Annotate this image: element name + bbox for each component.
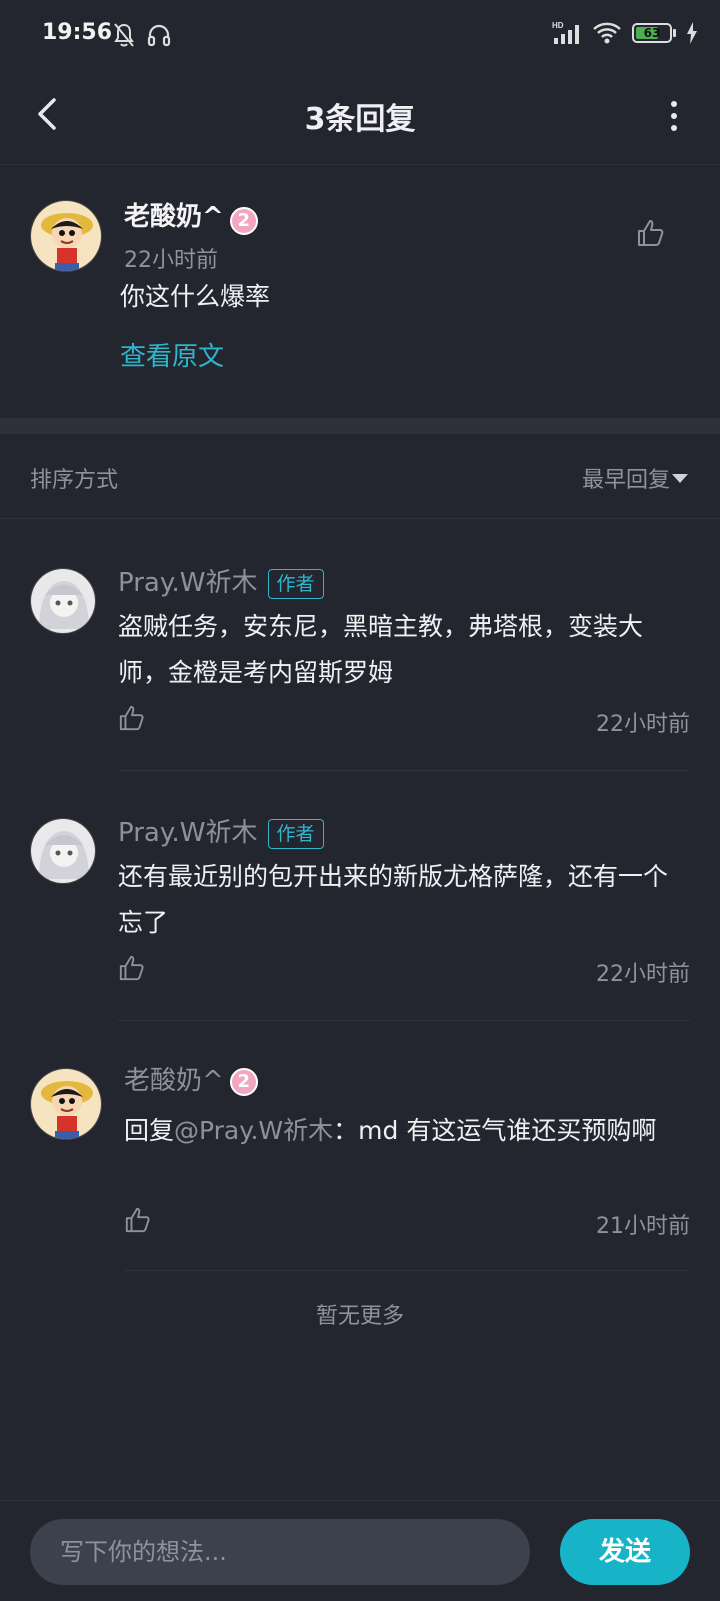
reply-username[interactable]: Pray.W祈木: [118, 568, 258, 598]
page-title: 3条回复: [304, 102, 416, 137]
thumbs-up-icon: [119, 705, 144, 731]
section-divider: [0, 418, 720, 434]
main-comment-content: 你这什么爆率: [120, 282, 271, 311]
reply-item: 老酸奶^ 2 回复@Pray.W祈木：md 有这运气谁还买预购啊 21小时前: [0, 1020, 720, 1272]
reply-time: 22小时前: [596, 962, 690, 987]
avatar[interactable]: [30, 568, 96, 634]
anime-girl-avatar-image: [31, 569, 95, 633]
author-badge: 作者: [267, 818, 324, 849]
reply-prefix: 回复: [124, 1116, 175, 1145]
hd-signal-icon: HD: [552, 21, 579, 44]
main-comment-username[interactable]: 老酸奶^: [124, 202, 224, 232]
reply-body: ：md 有这运气谁还买预购啊: [333, 1116, 657, 1145]
reply-item: Pray.W祈木 作者 盗贼任务，安东尼，黑暗主教，弗塔根，变装大师，金橙是考内留…: [0, 518, 720, 772]
main-comment-header: 老酸奶^ 2: [124, 196, 258, 235]
status-time: 19:56: [42, 20, 113, 45]
reply-like-button[interactable]: [118, 704, 146, 732]
mention-link[interactable]: @Pray.W祈木: [174, 1116, 333, 1145]
reply-text: 回复@Pray.W祈木：md 有这运气谁还买预购啊: [124, 1108, 684, 1154]
more-options-button[interactable]: [664, 94, 684, 138]
charging-icon: [687, 22, 697, 44]
author-badge: 作者: [267, 568, 324, 599]
battery-level: 63: [643, 26, 661, 40]
caret-down-icon[interactable]: [672, 474, 688, 483]
reply-like-button[interactable]: [124, 1206, 152, 1234]
svg-text:HD: HD: [552, 21, 564, 30]
level-badge: 2: [229, 206, 258, 235]
thumbs-up-icon: [119, 955, 144, 981]
battery-icon: 63: [632, 23, 672, 43]
reply-username-row: Pray.W祈木 作者: [118, 562, 324, 599]
status-icons-left: [112, 22, 172, 48]
luffy-avatar-image: [31, 201, 101, 271]
view-original-link[interactable]: 查看原文: [120, 336, 224, 373]
luffy-avatar-image: [31, 1069, 101, 1139]
more-vertical-icon: [671, 101, 677, 131]
send-button[interactable]: 发送: [560, 1519, 690, 1585]
sort-dropdown[interactable]: 最早回复: [582, 462, 670, 494]
main-comment-time: 22小时前: [124, 248, 218, 273]
main-comment: 老酸奶^ 2 22小时前 你这什么爆率 查看原文: [0, 166, 720, 418]
reply-text: 还有最近别的包开出来的新版尤格萨隆，还有一个忘了: [118, 862, 669, 937]
status-icons-right: HD 63: [552, 20, 698, 46]
sort-label: 排序方式: [30, 468, 119, 493]
thumbs-up-icon: [125, 1207, 150, 1233]
level-badge: 2: [229, 1067, 258, 1096]
no-more-text: 暂无更多: [315, 1304, 404, 1329]
wifi-icon: [593, 22, 621, 44]
top-nav-bar: 3条回复: [0, 72, 720, 165]
reply-like-button[interactable]: [118, 954, 146, 982]
reply-username[interactable]: Pray.W祈木: [118, 818, 258, 848]
reply-username-row: 老酸奶^ 2: [124, 1060, 258, 1097]
reply-username[interactable]: 老酸奶^: [124, 1066, 224, 1096]
reply-time: 22小时前: [596, 712, 690, 737]
reply-time: 21小时前: [596, 1214, 690, 1239]
reply-username-row: Pray.W祈木 作者: [118, 812, 324, 849]
mute-bell-icon: [114, 23, 134, 47]
avatar[interactable]: [30, 200, 102, 272]
status-bar: 19:56 HD 63: [0, 0, 720, 72]
sort-bar: 排序方式 最早回复: [0, 434, 720, 519]
divider: [124, 1270, 690, 1271]
main-comment-like-button[interactable]: [636, 218, 666, 248]
avatar[interactable]: [30, 818, 96, 884]
comment-input[interactable]: [30, 1519, 530, 1585]
thumbs-up-icon: [638, 220, 664, 246]
anime-girl-avatar-image: [31, 819, 95, 883]
headset-icon: [147, 24, 171, 47]
comment-input-bar: 发送: [0, 1500, 720, 1601]
reply-text: 盗贼任务，安东尼，黑暗主教，弗塔根，变装大师，金橙是考内留斯罗姆: [118, 612, 644, 687]
avatar[interactable]: [30, 1068, 102, 1140]
reply-item: Pray.W祈木 作者 还有最近别的包开出来的新版尤格萨隆，还有一个忘了 22小时…: [0, 770, 720, 1021]
